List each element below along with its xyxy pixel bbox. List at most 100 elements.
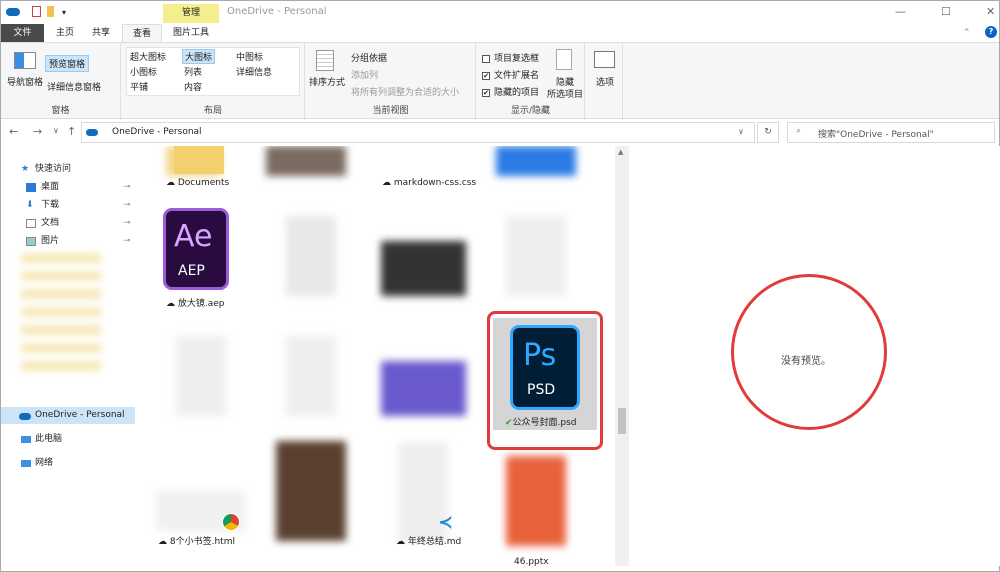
nav-label: 此电脑	[35, 434, 63, 444]
nav-label: 桌面	[41, 182, 60, 192]
options-button[interactable]: 选项	[596, 75, 614, 88]
recent-locations-button[interactable]: ∨	[53, 126, 59, 135]
group-by-button[interactable]: 分组依据	[351, 51, 387, 64]
photoshop-file-icon: Ps PSD	[510, 325, 580, 410]
current-view-group: 排序方式 分组依据 添加列 将所有列调整为合适的大小 当前视图	[306, 43, 476, 120]
file-item-pptx[interactable]: 46.pptx	[514, 557, 549, 566]
nav-onedrive[interactable]: OneDrive - Personal	[1, 407, 135, 424]
vscode-icon: ≺	[438, 512, 454, 533]
nav-pane-icon	[14, 52, 36, 69]
nav-documents[interactable]: 文档 ⊸	[1, 215, 135, 232]
help-icon[interactable]: ?	[985, 26, 997, 38]
file-item-psd[interactable]: Ps PSD ✔公众号封面.psd	[493, 318, 597, 430]
forward-button[interactable]: →	[33, 125, 42, 138]
file-name: 放大镜.aep	[177, 299, 225, 309]
nav-pane-button[interactable]: 导航窗格	[7, 75, 43, 88]
group-label: 布局	[203, 106, 222, 116]
maximize-button[interactable]: ☐	[941, 5, 951, 18]
ps-logo-text: Ps	[523, 338, 557, 373]
tab-picture-tools[interactable]: 图片工具	[163, 24, 219, 42]
checkbox-label: 隐藏的项目	[494, 88, 540, 98]
properties-icon[interactable]	[32, 6, 41, 17]
minimize-button[interactable]: —	[895, 5, 906, 18]
nav-label: 快速访问	[35, 164, 72, 174]
nav-downloads[interactable]: ⬇ 下载 ⊸	[1, 197, 135, 214]
item-checkboxes-toggle[interactable]: 项目复选框	[482, 51, 539, 64]
file-extensions-toggle[interactable]: ✔ 文件扩展名	[482, 68, 539, 81]
layout-list[interactable]: 列表	[184, 65, 202, 78]
tab-share[interactable]: 共享	[83, 24, 119, 42]
group-label: 窗格	[51, 106, 70, 116]
layout-large[interactable]: 大图标	[182, 49, 216, 64]
options-icon	[594, 51, 615, 68]
hide-selected-icon	[556, 49, 572, 70]
layout-medium[interactable]: 中图标	[236, 50, 263, 63]
pin-icon: ⊸	[123, 182, 131, 192]
navigation-pane: ★ 快速访问 桌面 ⊸ ⬇ 下载 ⊸ 文档 ⊸ 图片 ⊸ OneDrive - Person…	[1, 146, 136, 566]
close-button[interactable]: ✕	[986, 5, 995, 18]
panes-group: 导航窗格 预览窗格 详细信息窗格 窗格	[1, 43, 121, 120]
options-group: 选项	[586, 43, 623, 120]
title-bar: ▾ 管理 OneDrive - Personal — ☐ ✕	[1, 1, 999, 24]
layout-small[interactable]: 小图标	[130, 65, 157, 78]
file-ext-text: AEP	[178, 263, 205, 279]
layout-details[interactable]: 详细信息	[236, 65, 272, 78]
tab-file[interactable]: 文件	[1, 24, 44, 42]
collapse-ribbon-icon[interactable]: ⌃	[963, 28, 971, 38]
layout-extra-large[interactable]: 超大图标	[130, 50, 166, 63]
sort-icon	[316, 50, 334, 71]
up-button[interactable]: ↑	[67, 125, 76, 138]
hide-selected-button-line2[interactable]: 所选项目	[547, 87, 583, 100]
sort-by-button[interactable]: 排序方式	[309, 75, 345, 88]
file-name: 8个小书签.html	[169, 537, 235, 547]
layout-group: 超大图标 大图标 中图标 小图标 列表 详细信息 平铺 内容 布局	[122, 43, 305, 120]
address-bar[interactable]: OneDrive - Personal ∨	[81, 122, 755, 143]
onedrive-cloud-icon	[6, 8, 20, 16]
file-item-summary-md[interactable]: ☁ 年终总结.md	[396, 534, 461, 547]
chrome-icon	[222, 513, 240, 531]
refresh-button[interactable]: ↻	[757, 122, 779, 143]
new-folder-icon[interactable]	[47, 6, 54, 17]
file-item-aep[interactable]: ☁ 放大镜.aep	[166, 296, 225, 309]
hidden-items-toggle[interactable]: ✔ 隐藏的项目	[482, 85, 539, 98]
desktop-icon	[26, 183, 36, 192]
after-effects-file-icon[interactable]: Ae AEP	[163, 208, 229, 290]
file-item-bookmarks-html[interactable]: ☁ 8个小书签.html	[158, 534, 235, 547]
search-input[interactable]: ⌕ 搜索"OneDrive - Personal"	[787, 122, 995, 143]
nav-desktop[interactable]: 桌面 ⊸	[1, 179, 135, 196]
add-column-button[interactable]: 添加列	[351, 68, 378, 81]
nav-label: OneDrive - Personal	[35, 410, 125, 420]
tab-home[interactable]: 主页	[47, 24, 83, 42]
file-name: Documents	[177, 178, 230, 188]
details-pane-button[interactable]: 详细信息窗格	[47, 80, 101, 93]
layout-tiles[interactable]: 平铺	[130, 80, 148, 93]
customize-toolbar-icon[interactable]: ▾	[62, 8, 66, 17]
document-icon	[26, 219, 36, 228]
pin-icon: ⊸	[123, 200, 131, 210]
nav-this-pc[interactable]: 此电脑	[1, 431, 135, 448]
back-button[interactable]: ←	[9, 125, 18, 138]
manage-context-tab[interactable]: 管理	[163, 4, 219, 23]
star-icon: ★	[21, 164, 30, 174]
nav-quick-access[interactable]: ★ 快速访问	[1, 161, 135, 178]
file-name: 公众号封面.psd	[512, 418, 577, 428]
scrollbar-thumb[interactable]	[618, 408, 626, 434]
tab-view[interactable]: 查看	[122, 24, 162, 43]
vertical-scrollbar[interactable]: ▲	[615, 146, 629, 566]
nav-pictures[interactable]: 图片 ⊸	[1, 233, 135, 250]
file-list: ☁ Documents ☁ markdown-css.css Ae AEP ☁ …	[136, 146, 616, 566]
file-item-documents[interactable]: ☁ Documents	[166, 178, 229, 188]
breadcrumb-onedrive[interactable]: OneDrive - Personal	[112, 127, 202, 137]
file-item-markdown-css[interactable]: ☁ markdown-css.css	[382, 178, 476, 188]
nav-network[interactable]: 网络	[1, 455, 135, 472]
details-pane-label: 详细信息窗格	[47, 83, 102, 93]
preview-pane-button[interactable]: 预览窗格	[45, 55, 90, 72]
address-dropdown[interactable]: ∨	[738, 127, 744, 136]
layout-content[interactable]: 内容	[184, 80, 202, 93]
fit-columns-button[interactable]: 将所有列调整为合适的大小	[351, 85, 459, 98]
preview-pane: 没有预览。	[629, 146, 1000, 566]
picture-icon	[26, 237, 36, 246]
checkbox-label: 项目复选框	[494, 54, 540, 64]
ribbon-tabs: 文件 主页 共享 查看 图片工具 ⌃ ?	[1, 24, 999, 43]
ribbon: 导航窗格 预览窗格 详细信息窗格 窗格 超大图标 大图标 中图标 小图标 列表 …	[1, 42, 999, 120]
